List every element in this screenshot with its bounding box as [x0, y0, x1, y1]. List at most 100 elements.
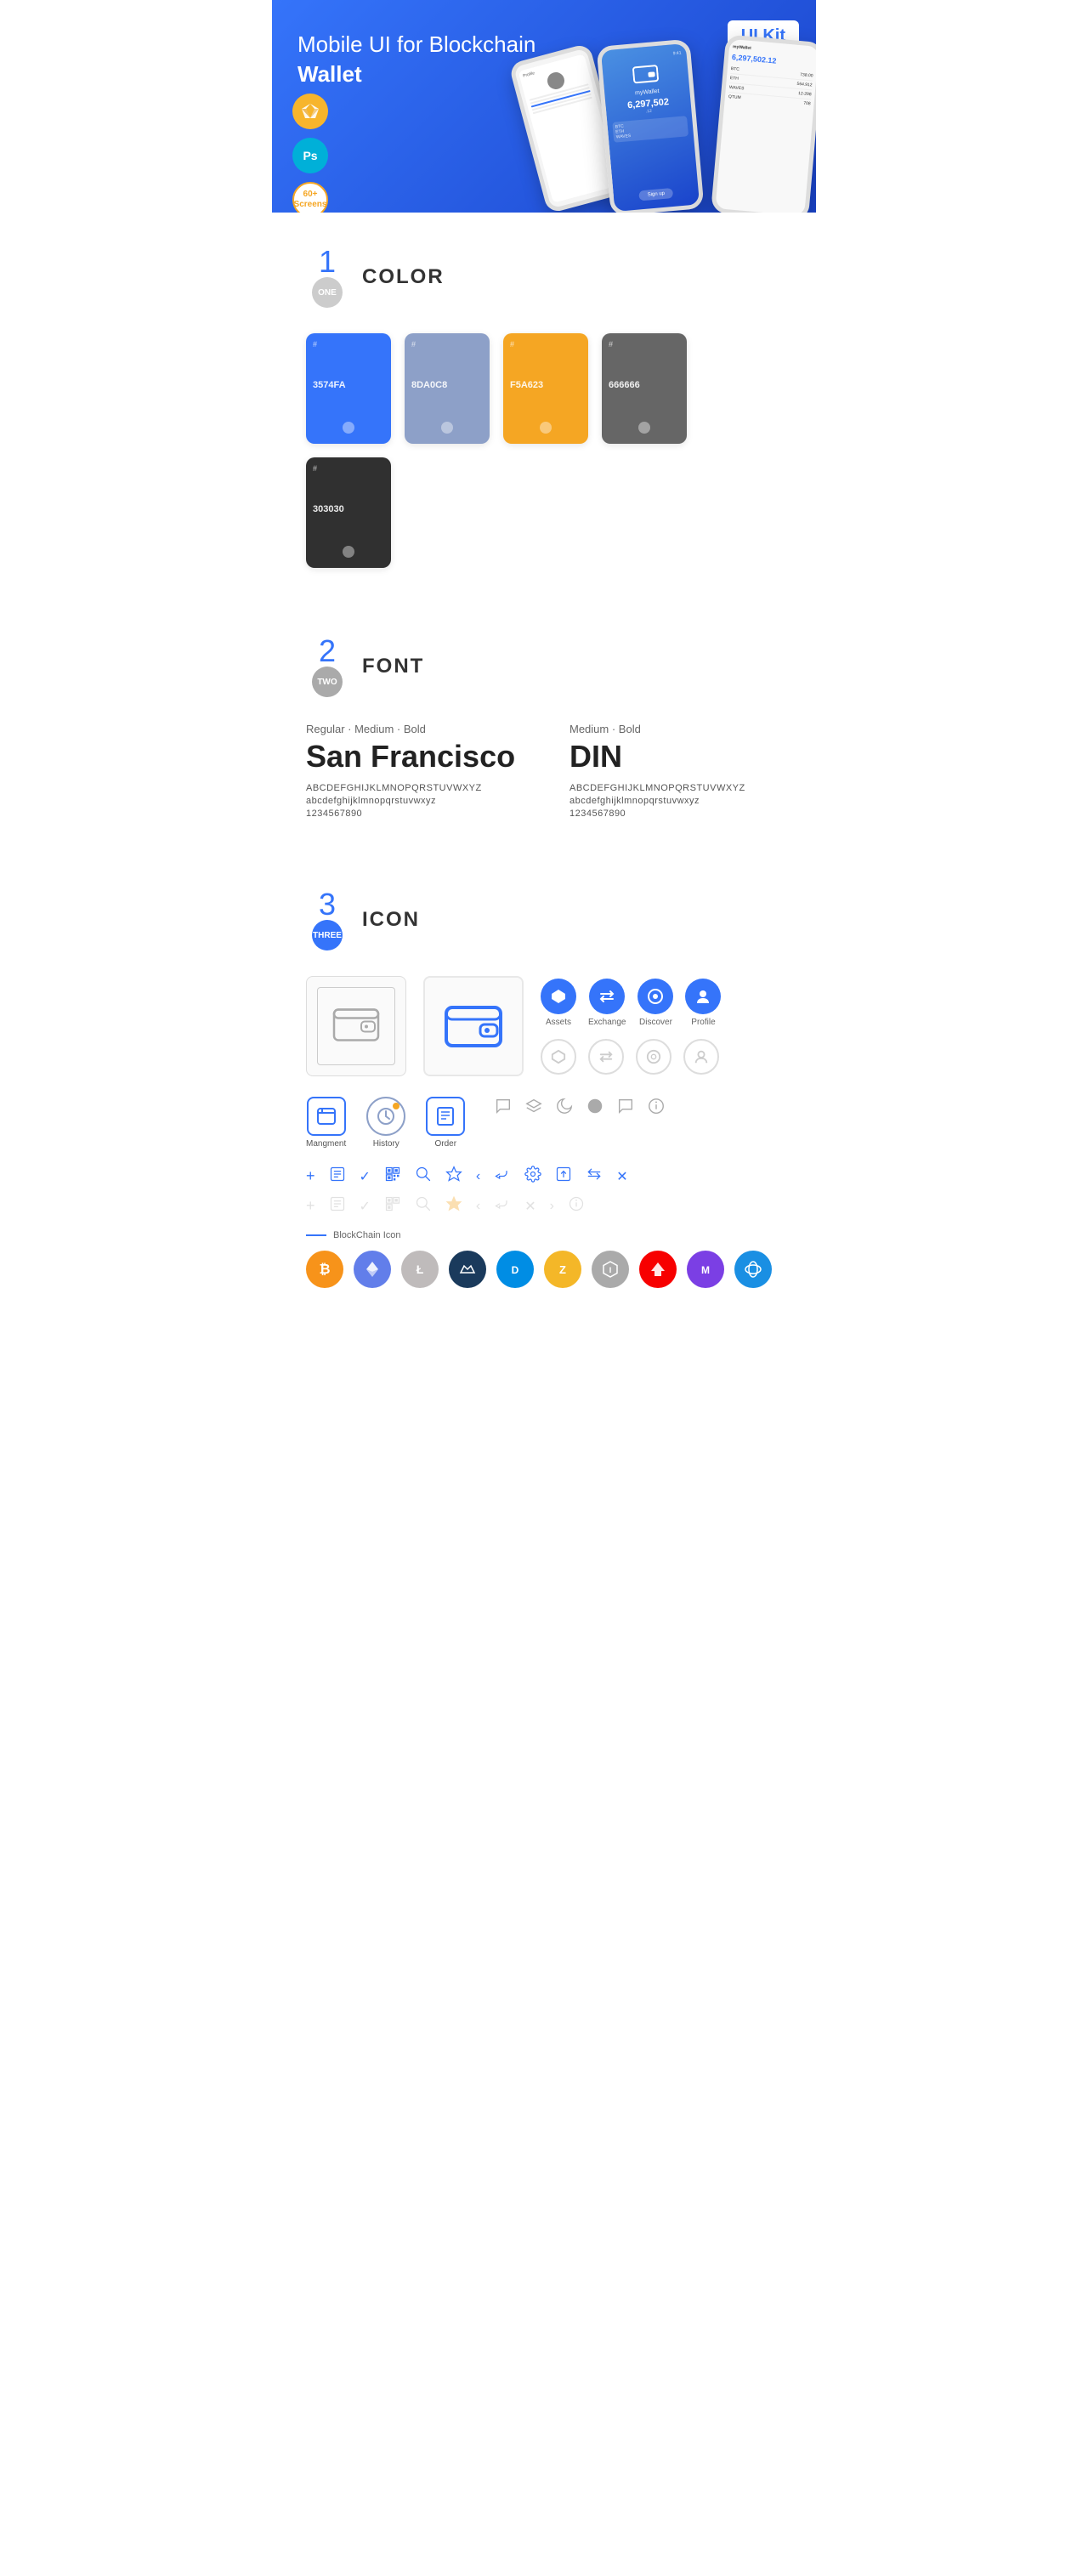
utility-icons-faded: + ✓ ‹ ✕ › [306, 1195, 782, 1217]
color-section-number: 1 ONE [306, 247, 348, 308]
info-icon-faded [568, 1195, 585, 1217]
sketch-icon [300, 101, 320, 122]
tool-badges: Ps 60+Screens [292, 94, 328, 213]
crypto-btc-icon: ₿ [306, 1251, 343, 1288]
svg-text:₿: ₿ [319, 1262, 330, 1277]
crypto-eth-icon [354, 1251, 391, 1288]
exchange-icon [589, 979, 625, 1014]
crypto-waves-icon [449, 1251, 486, 1288]
crypto-ark-icon [639, 1251, 677, 1288]
font-section-number: 2 TWO [306, 636, 348, 697]
swap-icon [586, 1166, 603, 1187]
profile-icon [685, 979, 721, 1014]
discover-icon [638, 979, 673, 1014]
sketch-badge [292, 94, 328, 129]
check-icon-faded: ✓ [360, 1198, 371, 1215]
hero-section: Mobile UI for Blockchain Wallet UI Kit P… [272, 0, 816, 213]
settings-icon [524, 1166, 541, 1187]
wallet-blue-icon [445, 1003, 502, 1050]
icon-section-number: 3 THREE [306, 889, 348, 950]
icon-section-header: 3 THREE ICON [306, 855, 782, 976]
qr-icon-faded [384, 1195, 401, 1217]
assets-icon [541, 979, 576, 1014]
icon-section-title: ICON [362, 908, 420, 932]
crypto-ltc-icon: Ł [401, 1251, 439, 1288]
discover-icon-item: Discover [638, 979, 673, 1027]
exchange-icon-item: Exchange [588, 979, 626, 1027]
color-section-header: 1 ONE COLOR [306, 213, 782, 333]
assets-icon-outline [541, 1039, 576, 1075]
swatch-blue: # 3574FA [306, 333, 391, 444]
share-icon-faded [494, 1195, 511, 1217]
crypto-icons-row: ₿ Ł D Z I M [306, 1251, 782, 1322]
font-section-header: 2 TWO FONT [306, 602, 782, 723]
chevron-right-faded: › [550, 1199, 554, 1214]
history-icon-item: History [366, 1097, 405, 1149]
blockchain-label: BlockChain Icon [306, 1230, 782, 1240]
exchange-outline-icon [588, 1039, 624, 1075]
svg-text:Ł: Ł [416, 1262, 424, 1276]
search-icon [415, 1166, 432, 1187]
search-icon-faded [415, 1195, 432, 1217]
management-icon-item: Mangment [306, 1097, 346, 1149]
font-showcase: Regular · Medium · Bold San Francisco AB… [306, 723, 782, 821]
profile-icon-outline [683, 1039, 719, 1075]
utility-icons-blue: + ✓ ‹ [306, 1166, 782, 1217]
font-din: Medium · Bold DIN ABCDEFGHIJKLMNOPQRSTUV… [570, 723, 782, 821]
order-icon-item: Order [426, 1097, 465, 1149]
crypto-iota-icon: I [592, 1251, 629, 1288]
font-sf: Regular · Medium · Bold San Francisco AB… [306, 723, 518, 821]
plus-icon-faded: + [306, 1197, 315, 1215]
crypto-other-icon [734, 1251, 772, 1288]
assets-icon-item: Assets [541, 979, 576, 1027]
svg-text:D: D [512, 1264, 519, 1276]
phone-mockup-2: 9:41 myWallet 6,297,502 .12 BTC ETH WAVE… [596, 39, 704, 213]
main-content: 1 ONE COLOR # 3574FA # 8DA0C8 # F5A623 #… [272, 213, 816, 1322]
star-icon-active [445, 1195, 462, 1217]
exchange-icon-outline [588, 1039, 624, 1075]
profile-outline-icon [683, 1039, 719, 1075]
app-icons-row: Mangment History Order [306, 1097, 782, 1149]
cross-icon-faded: ✕ [524, 1198, 536, 1215]
screens-badge: 60+Screens [292, 182, 328, 213]
color-section-title: COLOR [362, 265, 445, 289]
layers-icon [524, 1097, 543, 1120]
export-icon [555, 1166, 572, 1187]
discover-outline-icon [636, 1039, 672, 1075]
discover-icon-outline [636, 1039, 672, 1075]
share-icon [494, 1166, 511, 1187]
assets-outline-icon [541, 1039, 576, 1075]
management-icon [307, 1097, 346, 1136]
color-swatches: # 3574FA # 8DA0C8 # F5A623 # 666666 # 30… [306, 333, 782, 568]
history-icon [366, 1097, 405, 1136]
crypto-dash-icon: D [496, 1251, 534, 1288]
ps-badge: Ps [292, 138, 328, 173]
icon-grid-template [306, 976, 406, 1076]
order-icon [426, 1097, 465, 1136]
divider-line [306, 1234, 326, 1236]
close-icon: ✕ [616, 1168, 627, 1185]
plus-icon: + [306, 1167, 315, 1185]
crypto-matic-icon: M [687, 1251, 724, 1288]
wallet-wireframe-icon [332, 1005, 380, 1044]
speech-icon [616, 1097, 635, 1120]
swatch-gray: # 666666 [602, 333, 687, 444]
crypto-zcash-icon: Z [544, 1251, 581, 1288]
svg-text:I: I [609, 1266, 612, 1274]
chat-icon [494, 1097, 513, 1120]
swatch-dark: # 303030 [306, 457, 391, 568]
qr-icon [384, 1166, 401, 1187]
svg-text:Z: Z [559, 1263, 566, 1276]
misc-icons-row [494, 1097, 666, 1120]
check-icon: ✓ [360, 1168, 371, 1185]
font-section-title: FONT [362, 655, 424, 678]
phone-mockup-3: myWallet 6,297,502.12 BTC738.00 ETH564.9… [711, 34, 816, 213]
circle-icon [586, 1097, 604, 1120]
wallet-icon-blue-box [423, 976, 524, 1076]
chevron-left-faded: ‹ [476, 1199, 480, 1214]
nav-icons-filled: Assets Exchange Discover [541, 979, 721, 1075]
phone-mockups: Profile 9:41 myWallet 6,297,502 .12 [510, 34, 816, 213]
chevron-left-icon: ‹ [476, 1169, 480, 1184]
moon-icon [555, 1097, 574, 1120]
info-icon [647, 1097, 666, 1120]
